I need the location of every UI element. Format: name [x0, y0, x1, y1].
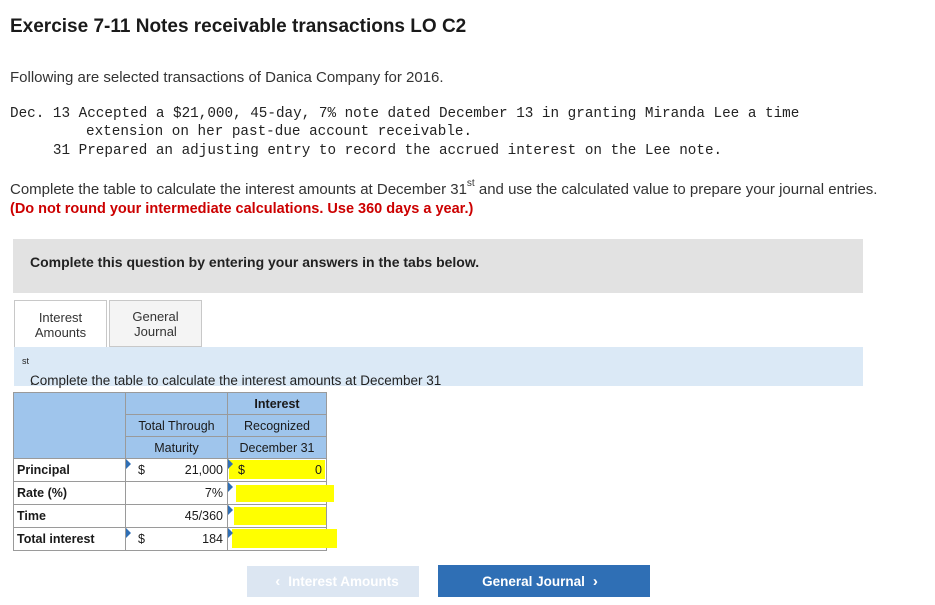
total-interest-total-input[interactable]: $ 184 — [125, 527, 228, 551]
input-marker-icon — [228, 505, 233, 515]
col2-header-line3: December 31 — [227, 436, 327, 459]
transaction-dec31: 31 Prepared an adjusting entry to record… — [10, 143, 723, 159]
col2-header-line1: Interest — [227, 392, 327, 415]
table-row: Principal $ 21,000 $ 0 — [13, 458, 327, 482]
table-row: Time 45/360 — [13, 504, 327, 528]
rate-total-value: 7% — [204, 486, 223, 500]
tab-interest-amounts[interactable]: Interest Amounts — [14, 300, 107, 348]
chevron-right-icon: › — [592, 572, 598, 590]
rounding-warning: (Do not round your intermediate calculat… — [10, 201, 474, 217]
instructions-main: Complete the table to calculate the inte… — [10, 181, 467, 198]
tab-general-journal[interactable]: General Journal — [109, 300, 202, 347]
tab-instruction-sup: st — [22, 356, 30, 366]
header-blank — [13, 392, 126, 459]
input-marker-icon — [228, 528, 233, 538]
tab-interest-amounts-line2: Amounts — [34, 324, 87, 340]
question-box-text: Complete this question by entering your … — [30, 254, 480, 270]
question-box: Complete this question by entering your … — [13, 239, 863, 293]
rate-recognized-input[interactable] — [227, 481, 334, 505]
answer-highlight — [234, 507, 326, 525]
previous-tab-label: Interest Amounts — [288, 574, 399, 589]
tab-instruction-end: . — [30, 373, 34, 388]
table-row: Rate (%) 7% — [13, 481, 334, 505]
instructions-sup: st — [466, 178, 475, 189]
time-total-value: 45/360 — [184, 509, 223, 523]
instructions-text: Complete the table to calculate the inte… — [10, 178, 878, 198]
time-recognized-input[interactable] — [227, 504, 327, 528]
principal-total-value: 21,000 — [184, 463, 223, 477]
row-label-rate: Rate (%) — [13, 481, 126, 505]
row-label-principal: Principal — [13, 458, 126, 482]
dollar-sign: $ — [138, 532, 145, 546]
total-interest-total-value: 184 — [202, 532, 223, 546]
dollar-sign: $ — [238, 463, 245, 477]
tab-instruction-text: Complete the table to calculate the inte… — [22, 356, 441, 388]
tab-instruction-main: Complete the table to calculate the inte… — [30, 373, 442, 388]
dollar-sign: $ — [138, 463, 145, 477]
next-tab-label: General Journal — [482, 573, 585, 589]
previous-tab-button[interactable]: ‹ Interest Amounts — [247, 566, 419, 597]
input-marker-icon — [228, 459, 233, 469]
input-marker-icon — [228, 482, 233, 492]
principal-total-input[interactable]: $ 21,000 — [125, 458, 228, 482]
principal-recognized-input[interactable]: $ 0 — [227, 458, 327, 482]
input-marker-icon — [126, 459, 131, 469]
rate-total-input[interactable]: 7% — [125, 481, 228, 505]
next-tab-button[interactable]: General Journal › — [438, 565, 650, 597]
tab-general-journal-line1: General — [132, 308, 179, 324]
transaction-dec13-continued: extension on her past-due account receiv… — [86, 124, 473, 140]
row-label-time: Time — [13, 504, 126, 528]
chevron-left-icon: ‹ — [275, 573, 281, 590]
answer-highlight — [236, 485, 334, 502]
instructions-end: and use the calculated value to prepare … — [474, 181, 878, 198]
time-total-input[interactable]: 45/360 — [125, 504, 228, 528]
col2-header-line2: Recognized — [227, 414, 327, 437]
principal-recognized-value: 0 — [315, 463, 322, 477]
total-interest-recognized-input[interactable] — [227, 527, 337, 551]
col1-header-line2: Total Through — [125, 414, 228, 437]
col1-header-line1 — [125, 392, 228, 415]
col1-header-line3: Maturity — [125, 436, 228, 459]
answer-highlight — [232, 529, 337, 548]
page-title: Exercise 7-11 Notes receivable transacti… — [10, 16, 467, 37]
tab-general-journal-line2: Journal — [134, 323, 177, 339]
input-marker-icon — [126, 528, 131, 538]
tab-interest-amounts-line1: Interest — [38, 309, 83, 325]
intro-text: Following are selected transactions of D… — [10, 69, 444, 86]
interest-table: Interest Total Through Recognized Maturi… — [13, 392, 337, 551]
table-row: Total interest $ 184 — [13, 527, 337, 551]
row-label-total-interest: Total interest — [13, 527, 126, 551]
transaction-dec13: Dec. 13 Accepted a $21,000, 45-day, 7% n… — [10, 106, 800, 122]
tab-instruction-bar: Complete the table to calculate the inte… — [14, 347, 863, 388]
